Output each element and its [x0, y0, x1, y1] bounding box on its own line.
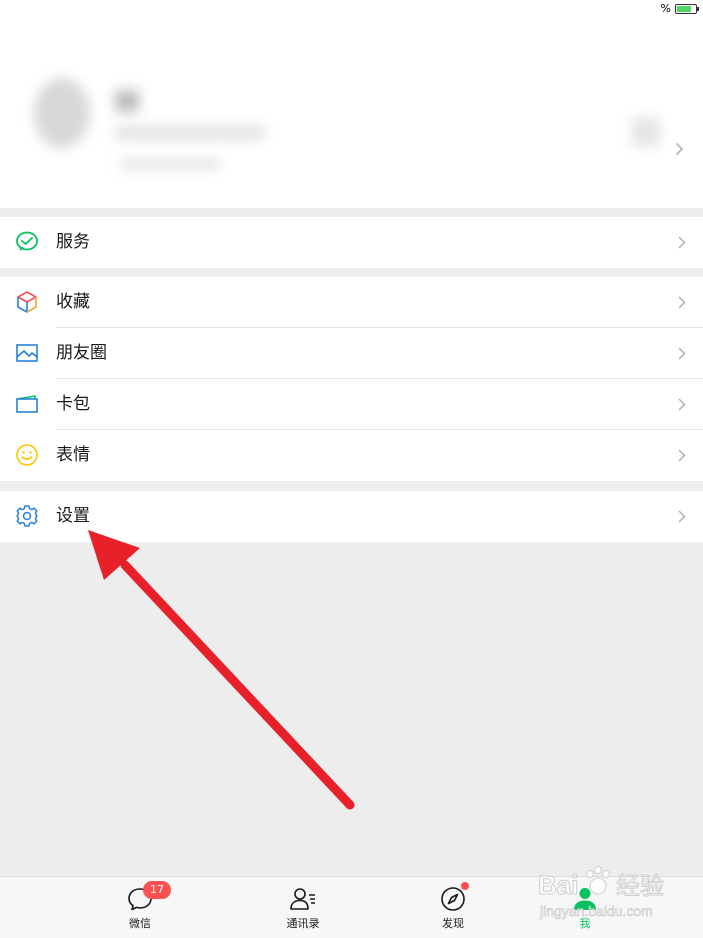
status-line	[120, 158, 220, 170]
gear-icon	[16, 505, 38, 527]
tab-me[interactable]: 我	[545, 881, 625, 937]
chevron-right-icon	[675, 142, 684, 156]
menu-item-cards[interactable]: 卡包	[0, 379, 703, 430]
wechat-id	[115, 126, 265, 140]
chevron-right-icon	[678, 296, 686, 309]
photo-icon	[16, 344, 38, 362]
avatar	[34, 78, 90, 148]
tab-label: 微信	[129, 917, 151, 930]
menu-item-settings[interactable]: 设置	[0, 491, 703, 542]
menu-item-label: 服务	[56, 232, 90, 252]
chevron-right-icon	[678, 398, 686, 411]
menu-item-label: 朋友圈	[56, 343, 107, 363]
menu-group-services: 服务	[0, 217, 703, 268]
chevron-right-icon	[678, 510, 686, 523]
menu-item-label: 收藏	[56, 292, 90, 312]
profile-blurred-content	[0, 18, 703, 208]
wechat-pay-icon	[16, 231, 38, 251]
menu-group-main: 收藏 朋友圈 卡包 表情	[0, 277, 703, 481]
unread-badge: 17	[143, 881, 171, 899]
qr-code-icon[interactable]	[632, 118, 660, 146]
menu-item-label: 设置	[56, 506, 90, 526]
menu-item-favorites[interactable]: 收藏	[0, 277, 703, 328]
person-icon	[574, 888, 596, 910]
tab-discover[interactable]: 发现	[413, 881, 493, 937]
menu-item-label: 表情	[56, 445, 90, 465]
battery-icon	[675, 3, 699, 14]
menu-item-moments[interactable]: 朋友圈	[0, 328, 703, 379]
battery-percent: %	[660, 2, 671, 15]
tab-label: 发现	[442, 917, 464, 930]
cube-icon	[17, 291, 37, 313]
status-bar: %	[0, 0, 703, 18]
tab-chats[interactable]: 微信 17	[100, 881, 180, 937]
status-right: %	[660, 2, 699, 15]
tab-contacts[interactable]: 通讯录	[263, 881, 343, 937]
menu-item-stickers[interactable]: 表情	[0, 430, 703, 481]
tab-label: 通讯录	[286, 917, 320, 930]
contacts-icon	[290, 888, 315, 910]
menu-item-services[interactable]: 服务	[0, 217, 703, 268]
new-dot-badge	[461, 882, 469, 890]
chevron-right-icon	[678, 236, 686, 249]
tab-bar: 微信 17 通讯录 发现 我	[0, 876, 703, 938]
smiley-icon	[16, 444, 38, 466]
menu-item-label: 卡包	[56, 394, 90, 414]
menu-group-settings: 设置	[0, 491, 703, 542]
profile-name	[115, 90, 139, 112]
wallet-icon	[16, 395, 38, 413]
chevron-right-icon	[678, 449, 686, 462]
profile-header[interactable]	[0, 18, 703, 208]
tab-label: 我	[579, 917, 591, 930]
chevron-right-icon	[678, 347, 686, 360]
